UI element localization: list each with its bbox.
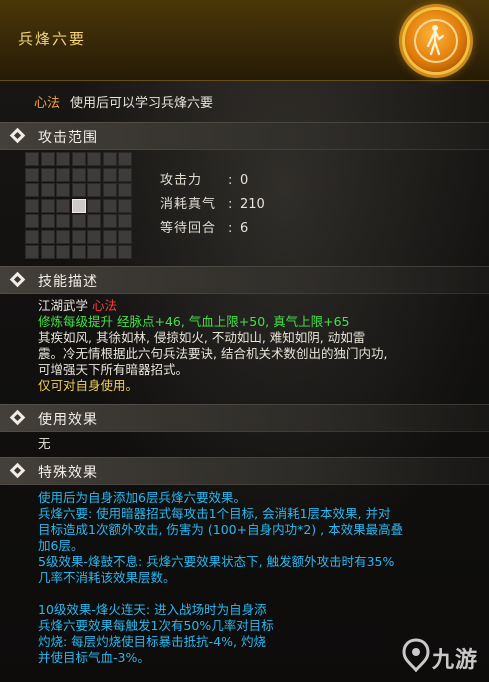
special-line: 5级效果-烽鼓不息: 兵烽六要效果状态下, 触发额外攻击时有35% xyxy=(38,554,395,569)
range-cell xyxy=(56,245,70,259)
range-cell xyxy=(56,167,70,182)
category-tag: 心法 xyxy=(34,96,61,111)
section-attack-range: 攻击范围 xyxy=(0,122,489,150)
desc-line: 可增强天下所有暗器招式。 xyxy=(38,362,189,377)
stat-value: 210 xyxy=(240,197,265,212)
range-cell xyxy=(118,198,132,213)
stats-list: 攻击力:0 消耗真气:210 等待回合:6 xyxy=(160,172,265,244)
subtitle-text: 使用后可以学习兵烽六要 xyxy=(70,96,214,111)
range-cell xyxy=(87,245,101,259)
section-label: 技能描述 xyxy=(38,274,98,290)
range-cell xyxy=(102,152,117,166)
range-cell xyxy=(118,229,132,244)
range-cell xyxy=(118,245,132,259)
stat-attack: 攻击力:0 xyxy=(160,173,249,188)
range-cell xyxy=(118,183,132,197)
attack-range-grid xyxy=(25,152,132,259)
range-cell xyxy=(40,167,55,182)
range-cell xyxy=(40,214,55,228)
range-cell xyxy=(56,183,70,197)
range-cell xyxy=(25,198,39,213)
title-bar: 兵烽六要 xyxy=(0,0,489,81)
range-cell xyxy=(87,198,101,213)
stat-key: 攻击力 xyxy=(160,173,203,188)
desc-line: 仅可对自身使用。 xyxy=(38,378,139,393)
range-cell xyxy=(118,152,132,166)
special-line: 兵烽六要效果每触发1次有50%几率对目标 xyxy=(38,618,274,633)
range-cell xyxy=(71,167,86,182)
section-skill-description: 技能描述 xyxy=(0,266,489,294)
range-cell xyxy=(87,214,101,228)
range-cell xyxy=(102,245,117,259)
range-cell xyxy=(71,229,86,244)
diamond-icon xyxy=(9,462,26,479)
stat-value: 0 xyxy=(240,173,249,188)
range-cell xyxy=(71,245,86,259)
range-cell xyxy=(40,183,55,197)
special-line: 加6层。 xyxy=(38,538,84,553)
range-cell xyxy=(87,167,101,182)
skill-title: 兵烽六要 xyxy=(18,30,87,48)
stat-value: 6 xyxy=(240,221,249,236)
special-line: 几率不消耗该效果层数。 xyxy=(38,570,176,585)
range-cell xyxy=(102,183,117,197)
stat-qi-cost: 消耗真气:210 xyxy=(160,197,265,212)
jiuyou-logo-icon xyxy=(402,638,430,672)
range-cell xyxy=(71,152,86,166)
range-cell xyxy=(25,152,39,166)
range-cell xyxy=(25,245,39,259)
range-cell xyxy=(40,245,55,259)
range-cell xyxy=(87,229,101,244)
desc-line: 其疾如风, 其徐如林, 侵掠如火, 不动如山, 难知如阴, 动如雷 xyxy=(38,330,366,345)
section-label: 攻击范围 xyxy=(38,130,98,146)
range-cell xyxy=(56,152,70,166)
range-cell xyxy=(25,229,39,244)
range-cell xyxy=(102,214,117,228)
special-line: 使用后为自身添加6层兵烽六要效果。 xyxy=(38,490,246,505)
range-cell xyxy=(102,198,117,213)
diamond-icon xyxy=(9,271,26,288)
stat-key: 等待回合 xyxy=(160,221,217,236)
skill-description: 江湖武学 心法 修炼每级提升 经脉点+46, 气血上限+50, 真气上限+65 … xyxy=(38,298,478,394)
range-cell xyxy=(87,152,101,166)
stat-key: 消耗真气 xyxy=(160,197,217,212)
range-cell xyxy=(102,167,117,182)
section-special-effect: 特殊效果 xyxy=(0,457,489,485)
range-cell xyxy=(118,214,132,228)
section-label: 使用效果 xyxy=(38,412,98,428)
diamond-icon xyxy=(9,409,26,426)
skill-tooltip-panel: 兵烽六要 心法 使用后可以学习兵烽六要 攻击范围 攻击力:0 消耗真气:210 等… xyxy=(0,0,489,682)
section-use-effect: 使用效果 xyxy=(0,404,489,432)
range-cell xyxy=(118,167,132,182)
range-cell-target xyxy=(71,198,86,213)
range-cell xyxy=(87,183,101,197)
special-line: 目标造成1次额外攻击, 伤害为 (100+自身内功*2) , 本效果最高叠 xyxy=(38,522,404,537)
use-effect-value: 无 xyxy=(38,436,51,451)
section-label: 特殊效果 xyxy=(38,465,98,481)
range-cell xyxy=(25,167,39,182)
range-cell xyxy=(102,229,117,244)
desc-line: 修炼每级提升 经脉点+46, 气血上限+50, 真气上限+65 xyxy=(38,314,350,329)
diamond-icon xyxy=(9,127,26,144)
desc-line: 震。冷无情根据此六句兵法要诀, 结合机关术数创出的独门内功, xyxy=(38,346,388,361)
range-cell xyxy=(56,214,70,228)
special-line: 兵烽六要: 使用暗器招式每攻击1个目标, 会消耗1层本效果, 并对 xyxy=(38,506,391,521)
range-cell xyxy=(25,183,39,197)
range-cell xyxy=(56,229,70,244)
range-cell xyxy=(56,198,70,213)
range-cell xyxy=(40,198,55,213)
range-cell xyxy=(71,214,86,228)
range-cell xyxy=(25,214,39,228)
martial-figure-emblem-icon xyxy=(405,10,467,72)
range-cell xyxy=(40,229,55,244)
special-line xyxy=(38,586,478,602)
range-cell xyxy=(71,183,86,197)
stat-cooldown: 等待回合:6 xyxy=(160,221,249,236)
desc-line: 江湖武学 心法 xyxy=(38,298,117,313)
range-cell xyxy=(40,152,55,166)
item-subtitle: 心法 使用后可以学习兵烽六要 xyxy=(34,92,213,111)
special-line: 10级效果-烽火连天: 进入战场时为自身添 xyxy=(38,602,267,617)
jiuyou-watermark: 九游 xyxy=(402,636,486,676)
watermark-text: 九游 xyxy=(432,648,479,673)
